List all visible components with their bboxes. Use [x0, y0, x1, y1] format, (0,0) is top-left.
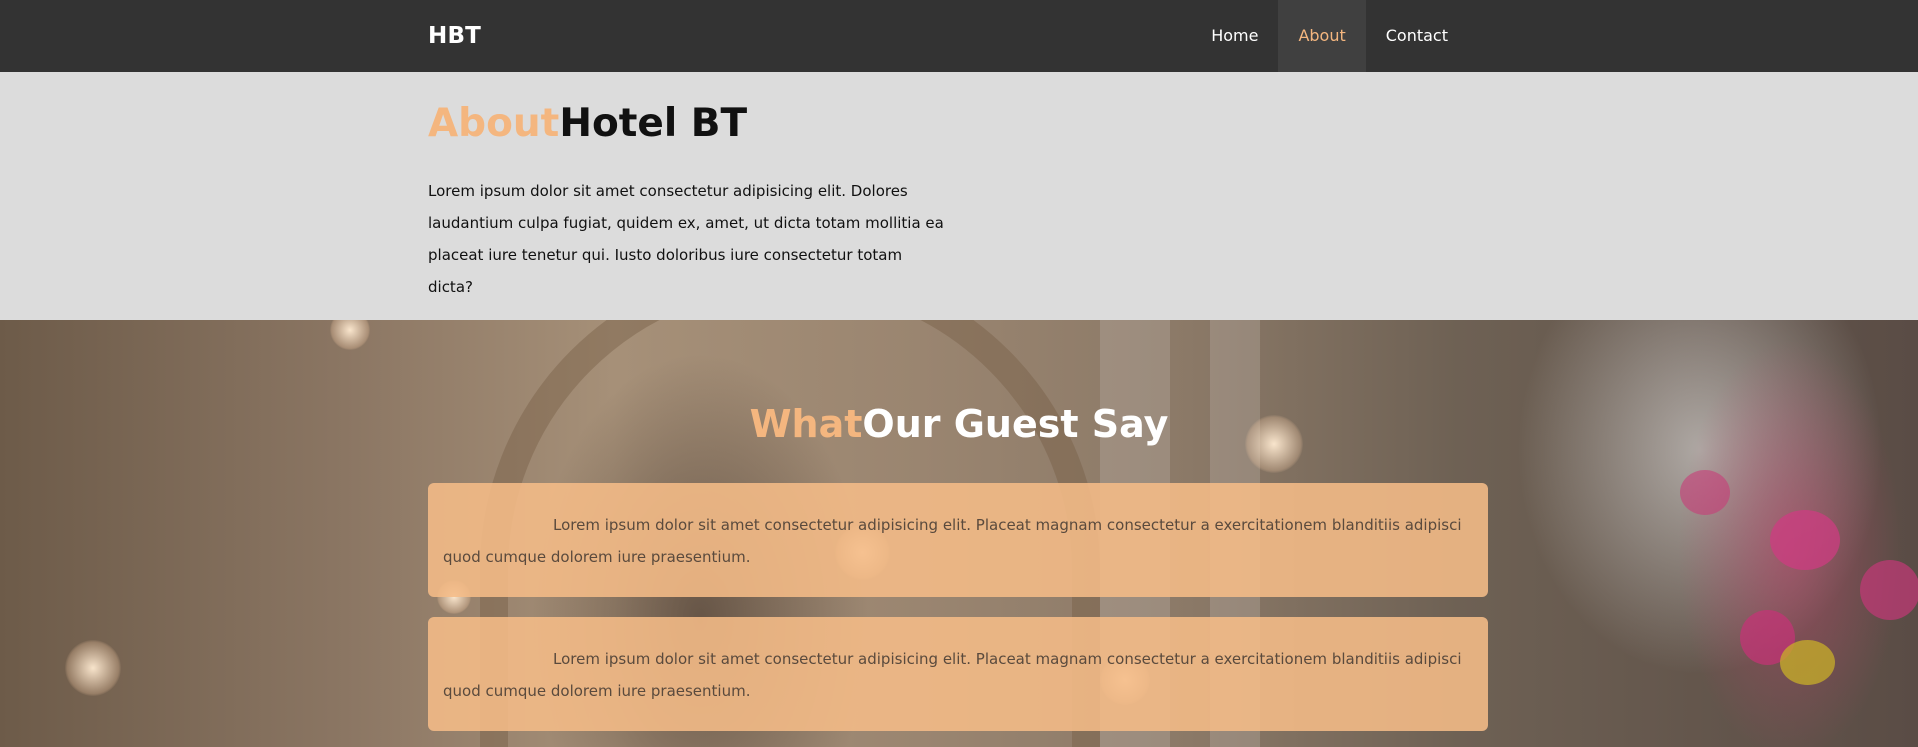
background-flower: [1860, 560, 1918, 620]
nav-link-contact[interactable]: Contact: [1366, 0, 1468, 72]
top-navbar: HBT Home About Contact: [0, 0, 1918, 72]
testimonials-heading: WhatOur Guest Say: [0, 402, 1918, 446]
brand-logo[interactable]: HBT: [428, 0, 481, 72]
background-light-bulb: [65, 640, 121, 696]
testimonials-section: WhatOur Guest Say Lorem ipsum dolor sit …: [0, 320, 1918, 747]
testimonial-text: Lorem ipsum dolor sit amet consectetur a…: [443, 650, 1462, 700]
testimonial-text: Lorem ipsum dolor sit amet consectetur a…: [443, 516, 1462, 566]
about-heading-rest: Hotel BT: [559, 101, 748, 146]
testimonial-card: Lorem ipsum dolor sit amet consectetur a…: [428, 617, 1488, 731]
nav-link-about[interactable]: About: [1278, 0, 1366, 72]
background-flower: [1680, 470, 1730, 515]
testimonial-card: Lorem ipsum dolor sit amet consectetur a…: [428, 483, 1488, 597]
background-flower: [1780, 640, 1835, 685]
nav-menu: Home About Contact: [1191, 0, 1468, 72]
about-heading-accent: About: [428, 101, 560, 146]
testimonials-heading-accent: What: [749, 402, 863, 446]
about-heading: AboutHotel BT: [428, 101, 748, 147]
background-light-bulb: [330, 320, 370, 350]
testimonials-heading-rest: Our Guest Say: [862, 402, 1169, 446]
nav-link-home[interactable]: Home: [1191, 0, 1278, 72]
background-flower: [1770, 510, 1840, 570]
about-paragraph: Lorem ipsum dolor sit amet consectetur a…: [428, 182, 944, 296]
about-section: AboutHotel BT Lorem ipsum dolor sit amet…: [0, 72, 1918, 320]
